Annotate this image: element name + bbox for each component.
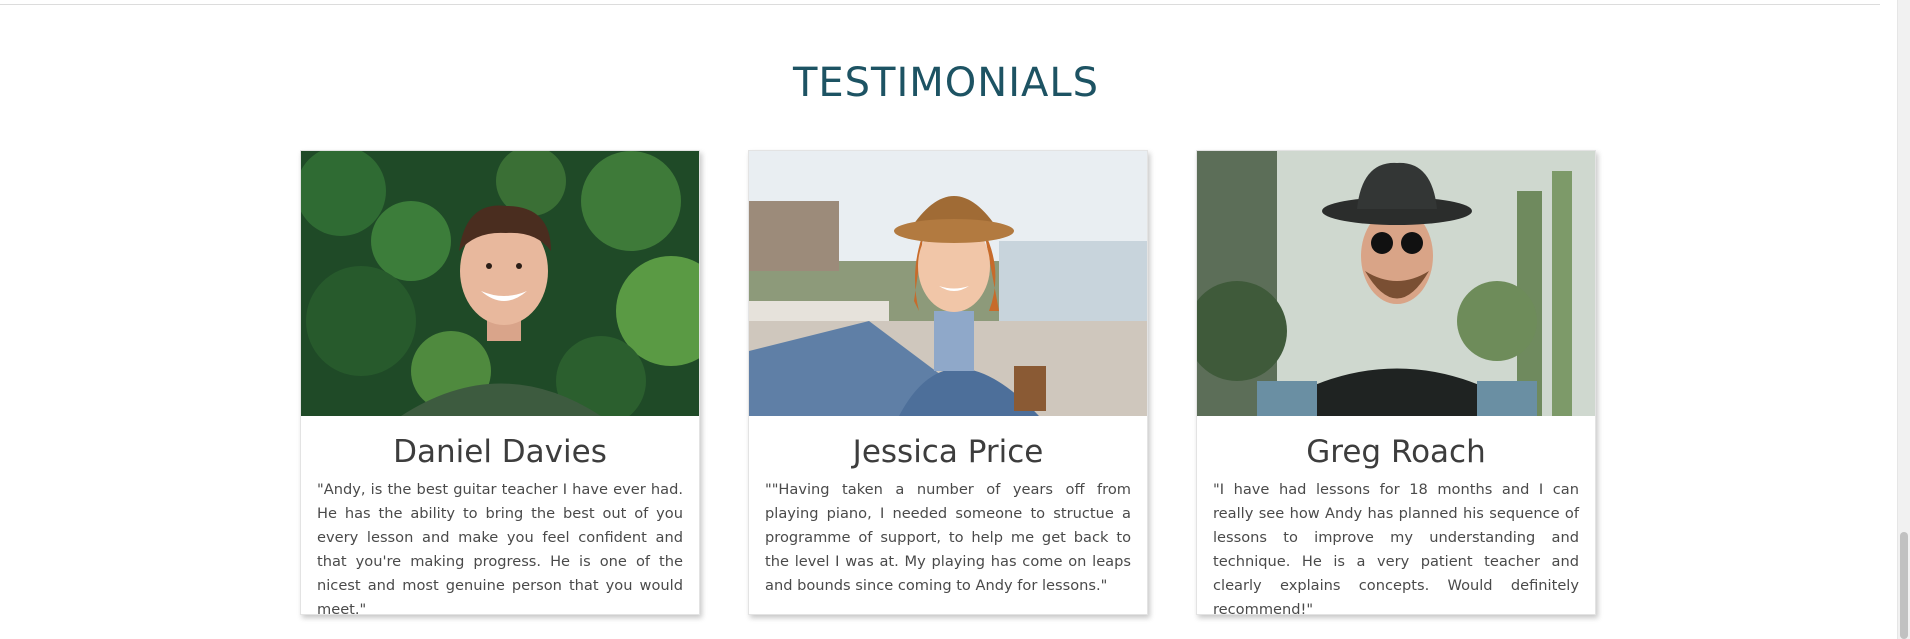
section-title: TESTIMONIALS [792, 60, 1100, 106]
testimonial-card: Daniel Davies "Andy, is the best guitar … [300, 150, 700, 618]
testimonial-photo [749, 151, 1147, 416]
scrollbar-thumb[interactable] [1900, 532, 1908, 639]
testimonial-quote: "I have had lessons for 18 months and I … [1213, 481, 1579, 618]
testimonial-card: Greg Roach "I have had lessons for 18 mo… [1196, 150, 1596, 618]
top-divider [0, 4, 1880, 5]
testimonial-quote: "Andy, is the best guitar teacher I have… [317, 481, 683, 618]
testimonial-photo [1197, 151, 1595, 416]
testimonial-name: Daniel Davies [393, 434, 607, 470]
testimonial-name: Greg Roach [1306, 434, 1486, 470]
testimonial-card: Jessica Price ""Having taken a number of… [748, 150, 1148, 615]
testimonial-photo [301, 151, 699, 416]
testimonial-name: Jessica Price [852, 434, 1044, 470]
testimonial-quote: ""Having taken a number of years off fro… [765, 481, 1131, 594]
page-scrollbar[interactable] [1897, 0, 1910, 639]
